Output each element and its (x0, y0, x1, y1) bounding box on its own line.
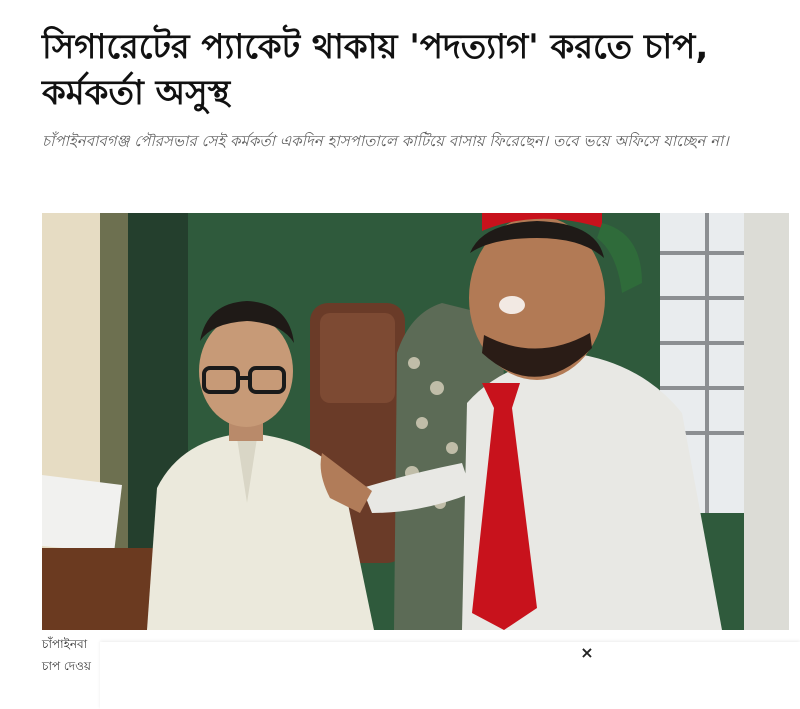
caption-line-2: চাপ দেওয় (42, 659, 91, 673)
photo-seated-man-head (199, 315, 293, 427)
photo-papers (42, 475, 122, 553)
article-headline: সিগারেটের প্যাকেট থাকায় 'পদত্যাগ' করতে … (42, 27, 709, 113)
caption-line-1: চাঁপাইনবা (42, 637, 88, 651)
ad-overlay (100, 642, 800, 709)
article-subhead: চাঁপাইনবাবগঞ্জ পৌরসভার সেই কর্মকর্তা একদ… (42, 132, 729, 150)
article-photo (42, 213, 789, 630)
close-icon[interactable]: × (576, 642, 598, 664)
